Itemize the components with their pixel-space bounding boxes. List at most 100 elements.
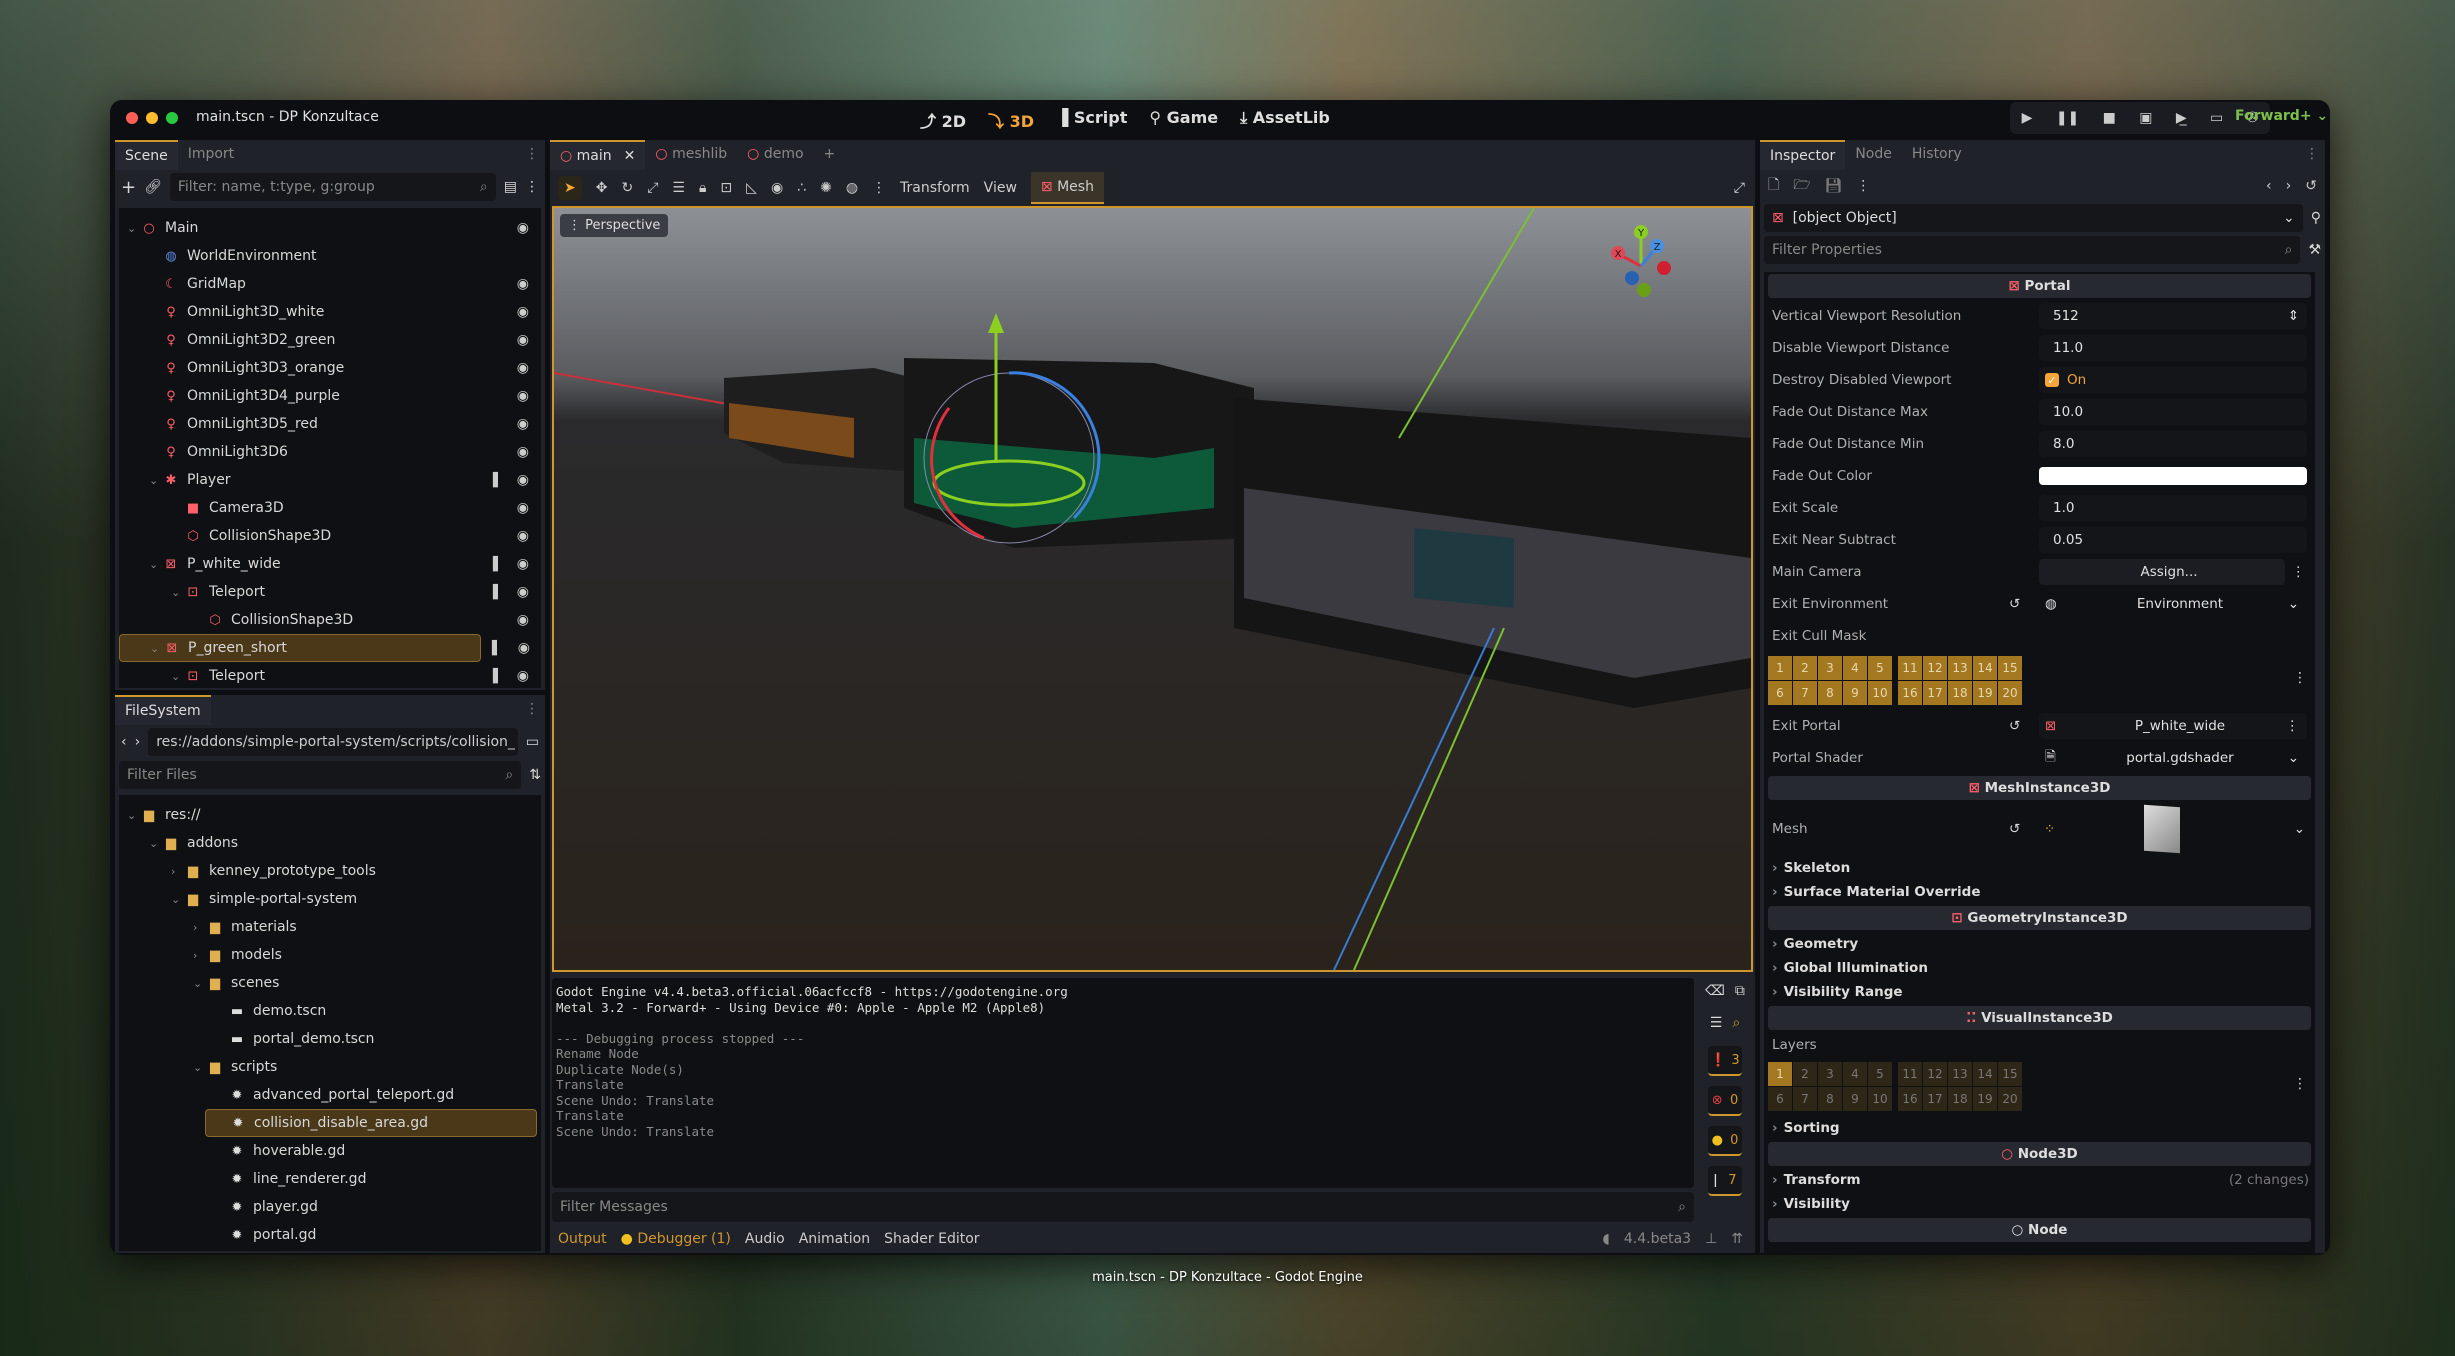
split-mode-icon[interactable]: ▭ [526,734,539,750]
more-icon[interactable]: ⋮ [1856,178,1870,194]
scene-tree-item[interactable]: ⬡ CollisionShape3D ◉ [119,606,541,634]
chevron-down-icon[interactable]: ⌄ [171,670,185,683]
layer-bit-9[interactable]: 9 [1843,681,1867,705]
tab-node[interactable]: Node [1845,140,1902,170]
mode-assetlib[interactable]: ⤓ AssetLib [1240,108,1330,132]
chevron-right-icon[interactable]: › [193,949,207,962]
layer-bit-8[interactable]: 8 [1818,681,1842,705]
script-icon[interactable]: ▌ [493,557,503,572]
section-geometryinstance3d[interactable]: ⊡ GeometryInstance3D [1768,906,2311,930]
chevron-down-icon[interactable]: ⌄ [193,1061,207,1074]
play-scene-icon[interactable]: ▶̲ [2176,110,2187,126]
pause-icon[interactable]: ❚❚ [2056,110,2079,126]
mode-2d[interactable]: ⤴ 2D [920,108,966,132]
scene-menu-icon[interactable]: ⋮ [525,179,539,195]
collapse-icon[interactable]: ☰ [1710,1015,1723,1031]
chevron-down-icon[interactable]: ⌄ [127,809,141,822]
stop-icon[interactable]: ■ [2103,110,2116,126]
dock-menu-icon[interactable]: ⋮ [519,695,545,725]
warning-count-toggle[interactable]: ● 0 [1708,1126,1742,1156]
copy-icon[interactable]: ⧉ [1735,983,1745,999]
filter-properties-input[interactable]: Filter Properties ⌕ [1764,236,2301,264]
assign-button[interactable]: Assign... [2039,559,2285,585]
layer-bit-6[interactable]: 6 [1768,1087,1792,1111]
rotate-tool-icon[interactable]: ↻ [621,180,633,196]
layer-bit-18[interactable]: 18 [1948,1087,1972,1111]
ruler-icon[interactable]: ◺ [746,180,757,196]
tab-filesystem[interactable]: FileSystem [115,695,211,725]
bottom-tab[interactable]: ● Debugger (1) [621,1231,731,1247]
bottom-tab[interactable]: Audio [745,1231,785,1247]
scene-tree-item[interactable]: ☾ GridMap ◉ [119,270,541,298]
layer-bit-14[interactable]: 14 [1973,1062,1997,1086]
layer-bit-17[interactable]: 17 [1923,681,1947,705]
section-portal[interactable]: ⊠ Portal [1768,274,2311,298]
scene-tab-main[interactable]: ○ main ✕ [550,140,646,170]
file-tree-item[interactable]: ✹ player.gd [119,1193,541,1221]
file-tree-item[interactable]: ✹ advanced_portal_teleport.gd [119,1081,541,1109]
info-count-toggle[interactable]: ǀ7 [1708,1166,1742,1196]
more-icon[interactable]: ⋮ [2292,564,2306,580]
file-tree-item[interactable]: › ▆ materials [119,913,541,941]
layer-bit-7[interactable]: 7 [1793,681,1817,705]
close-window-button[interactable] [126,112,138,124]
select-tool-icon[interactable]: ➤ [558,176,582,200]
mode-3d[interactable]: ⤵ 3D [988,108,1034,132]
file-tree-item[interactable]: ✹ hoverable.gd [119,1137,541,1165]
scene-tree-item[interactable]: ⌄ ⊡ Teleport ▌ ◉ [119,662,541,688]
layer-bit-15[interactable]: 15 [1998,1062,2022,1086]
layer-bit-10[interactable]: 10 [1868,1087,1892,1111]
tab-scene[interactable]: Scene [115,140,178,170]
spinner-icon[interactable]: ⇕ [2288,308,2299,324]
chevron-down-icon[interactable]: ⌄ [193,977,207,990]
property-value-field[interactable]: 10.0 [2039,399,2307,425]
close-tab-icon[interactable]: ✕ [624,148,636,164]
move-tool-icon[interactable]: ✥ [596,180,608,196]
scene-tree-item[interactable]: ⌄ ⊠ P_green_short ▌ ◉ [119,634,530,662]
chevron-down-icon[interactable]: ⌄ [149,558,163,571]
bottom-tab[interactable]: Output [558,1231,607,1247]
search-toggle-icon[interactable]: ⌕ [1732,1015,1740,1031]
property-group[interactable]: › Global Illumination [1764,956,2315,980]
property-group[interactable]: › Surface Material Override [1764,880,2315,904]
dock-menu-icon[interactable]: ⋮ [2299,140,2325,170]
visibility-eye-icon[interactable]: ◉ [517,360,529,376]
chevron-down-icon[interactable]: ⌄ [127,222,141,235]
layer-bit-20[interactable]: 20 [1998,1087,2022,1111]
scene-tree-item[interactable]: ♀ OmniLight3D5_red ◉ [119,410,541,438]
history-icon[interactable]: ↺ [2305,178,2317,194]
file-tree-item[interactable]: ⌄ ▆ res:// [119,801,541,829]
property-group[interactable]: › Visibility [1764,1192,2315,1216]
layer-bit-19[interactable]: 19 [1973,681,1997,705]
path-input[interactable]: res://addons/simple-portal-system/script… [148,728,518,756]
add-node-icon[interactable]: + [121,177,136,198]
open-docs-icon[interactable]: ⚲ [2311,210,2321,226]
more-icon[interactable]: ⋮ [2293,670,2307,686]
tab-import[interactable]: Import [178,140,244,170]
play-custom-scene-icon[interactable]: ▭ [2210,110,2223,126]
file-tree-item[interactable]: ⌄ ▆ scenes [119,969,541,997]
visibility-eye-icon[interactable]: ◉ [517,612,529,628]
3d-viewport[interactable]: Y X Z ⋮ Perspective [552,206,1753,972]
transform-menu[interactable]: Transform [900,180,970,196]
mesh-preview[interactable] [2144,804,2180,854]
tab-history[interactable]: History [1902,140,1972,170]
perspective-menu[interactable]: ⋮ Perspective [560,214,669,237]
chevron-right-icon[interactable]: › [171,865,185,878]
file-tree-item[interactable]: ✹ line_renderer.gd [119,1165,541,1193]
visibility-eye-icon[interactable]: ◉ [517,304,529,320]
section-meshinstance3d[interactable]: ⊠ MeshInstance3D [1768,776,2311,800]
property-value-field[interactable]: 0.05 [2039,527,2307,553]
message-count-toggle[interactable]: ❗ 3 [1708,1046,1742,1076]
scene-tree-item[interactable]: ⌄ ✱ Player ▌ ◉ [119,466,541,494]
layer-bit-20[interactable]: 20 [1998,681,2022,705]
property-group[interactable]: › Geometry [1764,932,2315,956]
lock-icon[interactable]: 🔒︎ [699,180,706,196]
layer-bit-6[interactable]: 6 [1768,681,1792,705]
layer-bit-9[interactable]: 9 [1843,1087,1867,1111]
color-picker[interactable] [2039,467,2307,485]
distraction-free-icon[interactable]: ⤢ [1734,180,1745,196]
layer-bit-13[interactable]: 13 [1948,656,1972,680]
remote-debug-icon[interactable]: ▣ [2139,110,2152,126]
new-resource-icon[interactable]: 🗋︎ [1768,174,1779,198]
